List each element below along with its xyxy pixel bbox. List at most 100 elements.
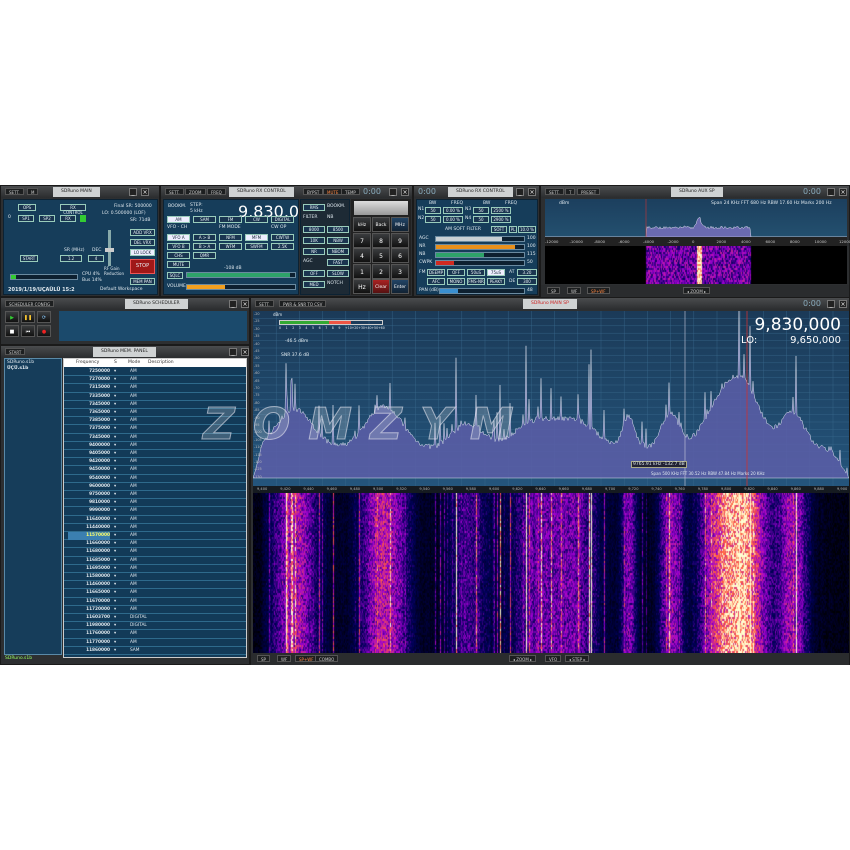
- sql-button[interactable]: SQLC: [167, 272, 183, 279]
- stop-icon[interactable]: ■: [5, 325, 19, 337]
- table-row[interactable]: 9450000 ▾ AM: [64, 466, 246, 475]
- notch-n1-5[interactable]: 2500 %: [491, 207, 511, 214]
- table-row[interactable]: 11685000 ▾ AM: [64, 557, 246, 565]
- vfo-button[interactable]: VFO: [545, 655, 562, 662]
- sett-button[interactable]: SETT.: [545, 188, 564, 195]
- start-button[interactable]: START: [5, 348, 26, 355]
- sett-button[interactable]: SETT.: [165, 188, 184, 195]
- key-back[interactable]: Back: [372, 217, 390, 232]
- bar-nr[interactable]: [435, 244, 525, 250]
- sp-button[interactable]: SP: [257, 655, 270, 662]
- col-description[interactable]: Description: [148, 359, 174, 367]
- del-vrx-button[interactable]: DEL VRX: [130, 239, 155, 246]
- table-row[interactable]: 7315000 ▾ AM: [64, 384, 246, 393]
- table-row[interactable]: 11670000 ▾ AM: [64, 598, 246, 606]
- mfm-button[interactable]: MFM: [245, 234, 268, 241]
- cwtw-button[interactable]: CWTW: [271, 234, 294, 241]
- wf-button[interactable]: WF: [277, 655, 292, 662]
- temp-button[interactable]: TEMP: [341, 188, 360, 195]
- vfo-frequency[interactable]: 9,830,000: [754, 315, 841, 335]
- f8000[interactable]: 8000: [303, 226, 325, 233]
- rx-button[interactable]: RX: [60, 215, 76, 222]
- f10k[interactable]: 10K: [303, 237, 325, 244]
- sp1-button[interactable]: SP1: [18, 215, 34, 222]
- preset-button[interactable]: PRESET: [577, 188, 601, 195]
- table-row[interactable]: 11695000 ▾ AM: [64, 565, 246, 573]
- minimize-icon[interactable]: _: [827, 300, 835, 308]
- zoom-control[interactable]: ◂ ZOOM ▸: [683, 287, 711, 294]
- table-row[interactable]: 11860000 ▾ SAM: [64, 647, 246, 655]
- close-icon[interactable]: ×: [241, 348, 249, 356]
- at-value[interactable]: 3.20: [517, 269, 537, 276]
- record-icon[interactable]: ●: [37, 325, 51, 337]
- sr-select[interactable]: 1.2: [60, 255, 82, 262]
- minimize-icon[interactable]: _: [229, 300, 237, 308]
- ops-button[interactable]: OPS: [18, 204, 36, 211]
- table-row[interactable]: 11460000 ▾ AM: [64, 581, 246, 590]
- table-row[interactable]: 11603700 ▾ DIGITAL: [64, 614, 246, 623]
- main-titlebar[interactable]: SETT. M SDRuno MAIN _ ×: [1, 186, 159, 198]
- aux-waterfall[interactable]: [545, 246, 847, 284]
- fm-deemp-button[interactable]: DEEMP: [427, 269, 445, 276]
- pl-value[interactable]: 10.0 %: [518, 226, 536, 233]
- key-hz[interactable]: Hz: [353, 279, 371, 294]
- dec-select[interactable]: 4: [88, 255, 104, 262]
- freq-button[interactable]: FREQ: [207, 188, 226, 195]
- squelch-bar[interactable]: [187, 273, 290, 277]
- table-row[interactable]: 11760000 ▾ AM: [64, 630, 246, 639]
- scheduler-config-button[interactable]: SCHEDULER CONFIG: [5, 300, 55, 307]
- main-waterfall[interactable]: [253, 493, 849, 653]
- fm-peaky-button[interactable]: PEAKY: [487, 278, 505, 285]
- fast[interactable]: FAST: [327, 259, 349, 266]
- table-row[interactable]: 11980000 ▾ DIGITAL: [64, 622, 246, 631]
- sp-button[interactable]: SP: [547, 287, 560, 294]
- f2k-button[interactable]: 2.5K: [271, 243, 294, 250]
- key-enter[interactable]: Enter: [391, 279, 409, 294]
- close-icon[interactable]: ×: [141, 188, 149, 196]
- key-3[interactable]: 3: [391, 263, 409, 279]
- pwr-snr-csv-button[interactable]: PWR & SNR TO CSV: [279, 300, 327, 307]
- col-frequency[interactable]: Frequency: [76, 359, 99, 367]
- key-7[interactable]: 7: [353, 232, 371, 248]
- modes-0-button[interactable]: AM: [167, 216, 190, 223]
- bar-agc[interactable]: [435, 236, 525, 242]
- med[interactable]: MED: [303, 281, 325, 288]
- m-button[interactable]: M: [27, 188, 39, 195]
- key-8[interactable]: 8: [372, 232, 390, 248]
- start-button[interactable]: START: [20, 255, 38, 262]
- key-clear[interactable]: Clear: [372, 279, 390, 294]
- notch-n1-4[interactable]: 50: [473, 207, 489, 214]
- table-row[interactable]: 9750000 ▾ AM: [64, 491, 246, 500]
- lo-frequency[interactable]: 9,650,000: [790, 335, 841, 346]
- sett-button[interactable]: SETT.: [5, 188, 24, 195]
- f8500[interactable]: 8500: [327, 226, 349, 233]
- table-row[interactable]: 11720000 ▾ AM: [64, 606, 246, 614]
- table-row[interactable]: 11640000 ▾ AM: [64, 516, 246, 524]
- qmr-button[interactable]: QMR: [193, 252, 216, 259]
- zoom-control[interactable]: ◂ ZOOM ▸: [509, 655, 537, 662]
- a-to-b-button[interactable]: A > B: [193, 234, 216, 241]
- bar-cwpk[interactable]: [435, 260, 525, 266]
- de-value[interactable]: 300: [517, 278, 537, 285]
- sett-button[interactable]: SETT.: [255, 300, 274, 307]
- table-row[interactable]: 7270000 ▾ AM: [64, 376, 246, 385]
- modes-1-button[interactable]: SAM: [193, 216, 216, 223]
- close-icon[interactable]: ×: [839, 300, 847, 308]
- scheduler-list[interactable]: [59, 311, 247, 341]
- pause-icon[interactable]: ❚❚: [21, 311, 35, 323]
- table-row[interactable]: 11570000 ▾ AM: [64, 532, 246, 541]
- swfm-button[interactable]: SWFM: [245, 243, 268, 250]
- fm-fms-nr-button[interactable]: FMS-NR: [467, 278, 485, 285]
- mute-button[interactable]: MUTE: [167, 261, 190, 268]
- notch-n2-1[interactable]: 50: [425, 216, 441, 223]
- table-row[interactable]: 9600000 ▾ AM: [64, 483, 246, 491]
- minimize-icon[interactable]: _: [229, 348, 237, 356]
- modes-2-button[interactable]: FM: [219, 216, 242, 223]
- zoom-button[interactable]: ZOOM: [185, 188, 206, 195]
- key-6[interactable]: 6: [391, 248, 409, 263]
- notch-n1-1[interactable]: 50: [425, 207, 441, 214]
- key-4[interactable]: 4: [353, 248, 371, 263]
- t-button[interactable]: T: [565, 188, 576, 195]
- mem-pan-button[interactable]: MEM PAN: [130, 278, 155, 285]
- off[interactable]: OFF: [303, 270, 325, 277]
